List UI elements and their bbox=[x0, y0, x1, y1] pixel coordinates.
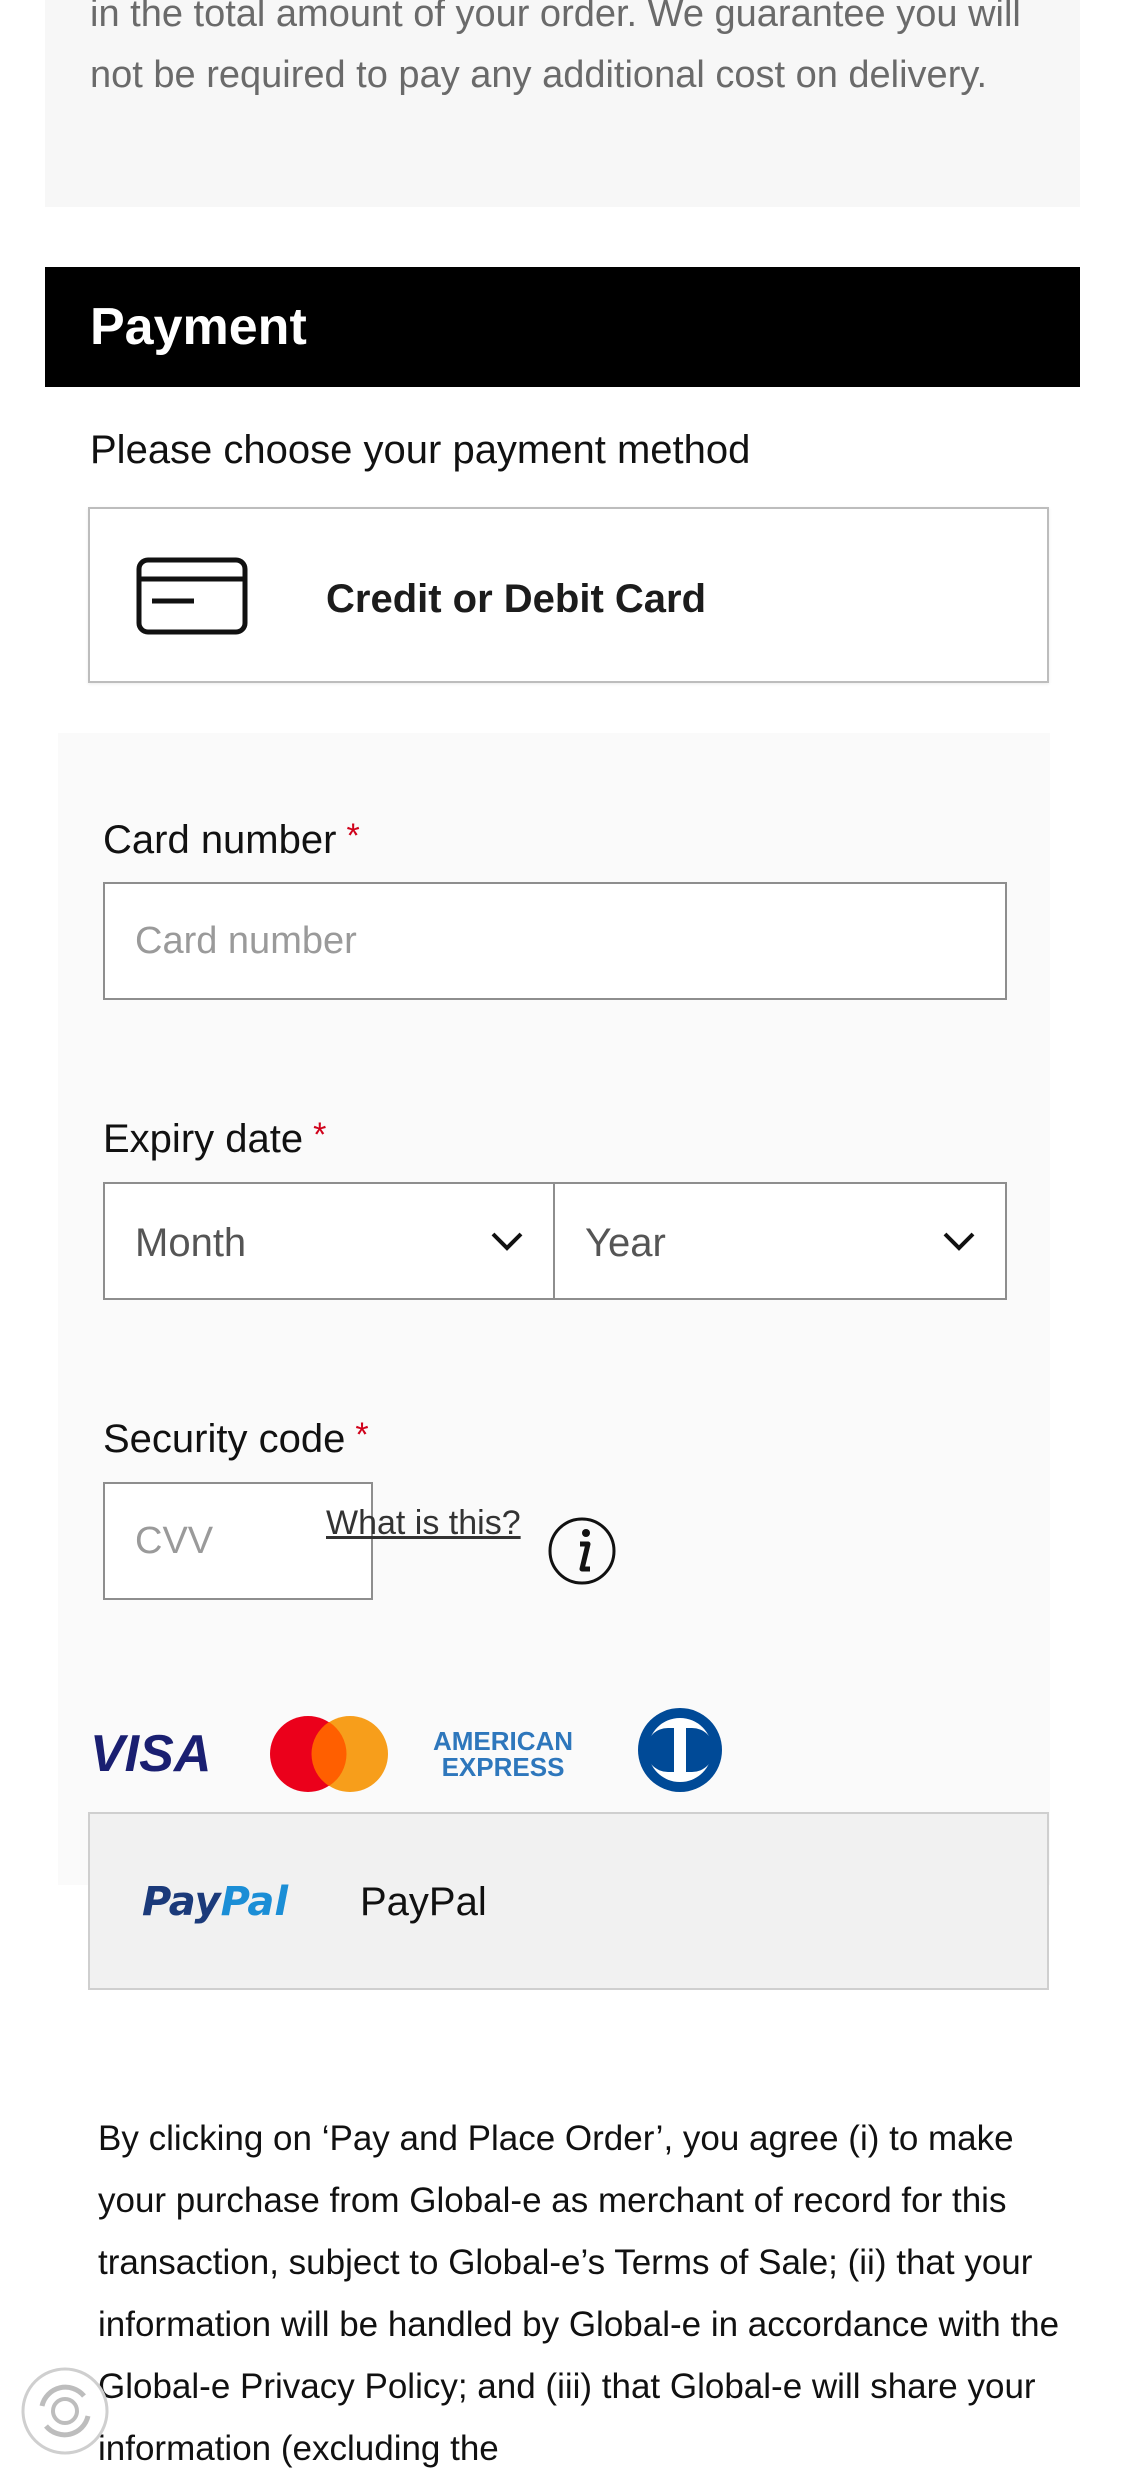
required-marker: * bbox=[355, 1416, 369, 1454]
security-code-label: Security code * bbox=[103, 1416, 369, 1461]
amex-logo-line2: EXPRESS bbox=[442, 1752, 565, 1782]
payment-header: Payment bbox=[45, 267, 1080, 387]
credit-card-icon bbox=[136, 557, 248, 635]
expiry-month-value: Month bbox=[135, 1221, 247, 1265]
info-icon[interactable] bbox=[546, 1515, 618, 1587]
card-number-input[interactable] bbox=[103, 882, 1007, 1000]
required-marker: * bbox=[313, 1116, 327, 1154]
chevron-down-icon bbox=[943, 1232, 975, 1251]
required-marker: * bbox=[346, 817, 360, 855]
diners-club-logo bbox=[638, 1708, 722, 1792]
amex-logo: AMERICAN EXPRESS bbox=[433, 1726, 573, 1782]
expiry-year-value: Year bbox=[585, 1221, 666, 1265]
card-details-form: Card number* Expiry date* Month Year Sec… bbox=[58, 733, 1050, 1885]
visa-logo-text: VISA bbox=[90, 1725, 210, 1781]
chevron-down-icon bbox=[491, 1232, 523, 1251]
expiry-month-select[interactable]: Month bbox=[103, 1182, 555, 1300]
credit-card-option[interactable]: Credit or Debit Card bbox=[88, 507, 1049, 683]
card-number-label: Card number * bbox=[103, 817, 360, 862]
expiry-year-select[interactable]: Year bbox=[553, 1182, 1007, 1300]
what-is-this-link[interactable]: What is this? bbox=[326, 1503, 521, 1543]
delivery-guarantee-text: in the total amount of your order. We gu… bbox=[90, 0, 1021, 96]
mastercard-logo bbox=[270, 1716, 388, 1792]
floating-action-icon[interactable] bbox=[20, 2366, 110, 2456]
expiry-date-label: Expiry date * bbox=[103, 1116, 327, 1161]
payment-method-prompt: Please choose your payment method bbox=[90, 428, 751, 472]
terms-text: By clicking on ‘Pay and Place Order’, yo… bbox=[98, 2119, 1060, 2468]
paypal-option[interactable]: PayPal PayPal bbox=[88, 1812, 1049, 1990]
credit-card-option-label: Credit or Debit Card bbox=[326, 577, 707, 621]
payment-title: Payment bbox=[90, 298, 307, 356]
visa-logo: VISA bbox=[90, 1725, 210, 1781]
paypal-option-label: PayPal bbox=[360, 1880, 487, 1924]
paypal-logo: PayPal bbox=[142, 1879, 289, 1925]
